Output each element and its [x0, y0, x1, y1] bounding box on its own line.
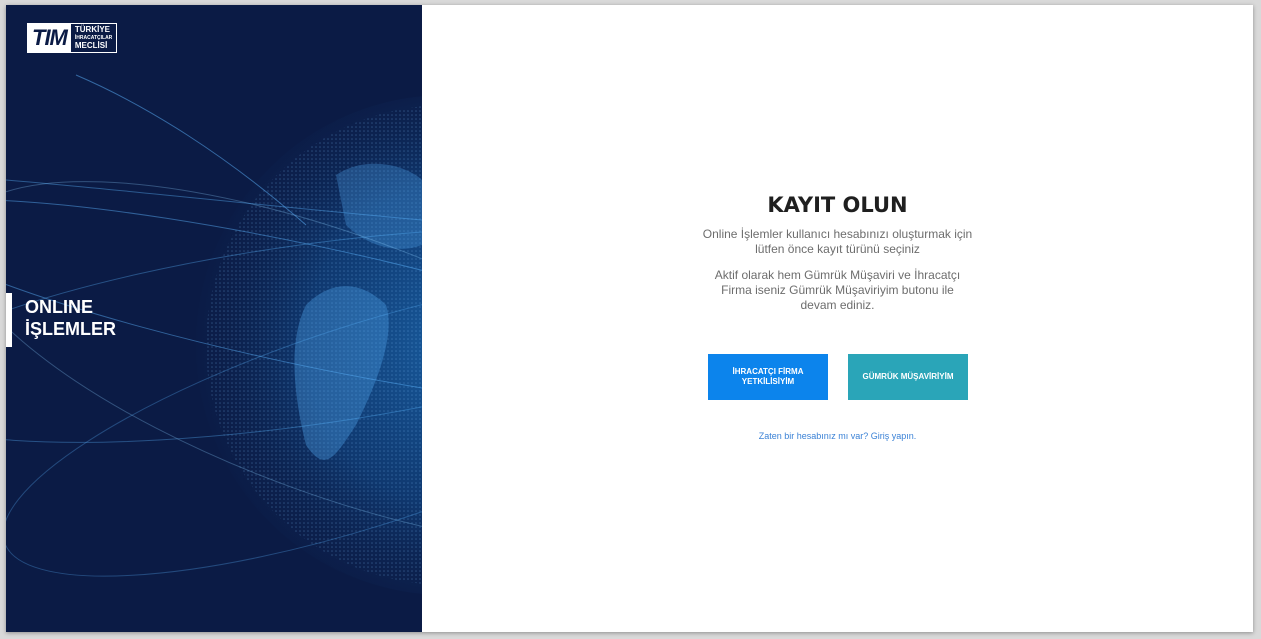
tim-logo: TIM TÜRKİYE İHRACATÇILAR MECLİSİ: [27, 23, 118, 53]
logo-mark: TIM: [28, 24, 71, 52]
customs-consultant-button[interactable]: GÜMRÜK MÜŞAVİRİYİM: [848, 354, 968, 400]
register-content: KAYIT OLUN Online İşlemler kullanıcı hes…: [422, 193, 1253, 313]
intro-text: Online İşlemler kullanıcı hesabınızı olu…: [702, 227, 973, 256]
register-type-buttons: İHRACATÇI FİRMA YETKİLİSİYİM GÜMRÜK MÜŞA…: [708, 354, 968, 400]
section-title: ONLINE İŞLEMLER: [25, 296, 116, 340]
note-text: Aktif olarak hem Gümrük Müşaviri ve İhra…: [714, 268, 961, 312]
logo-words: TÜRKİYE İHRACATÇILAR MECLİSİ: [71, 24, 116, 52]
page-title: KAYIT OLUN: [767, 193, 908, 217]
app-window: TIM TÜRKİYE İHRACATÇILAR MECLİSİ ONLINE …: [6, 5, 1253, 632]
register-panel: KAYIT OLUN Online İşlemler kullanıcı hes…: [422, 5, 1253, 632]
section-title-line-2: İŞLEMLER: [25, 319, 117, 339]
logo-line-1: TÜRKİYE: [74, 25, 111, 34]
section-title-line-1: ONLINE: [25, 297, 94, 317]
brand-panel: TIM TÜRKİYE İHRACATÇILAR MECLİSİ ONLINE …: [6, 5, 422, 632]
exporter-button[interactable]: İHRACATÇI FİRMA YETKİLİSİYİM: [708, 354, 828, 400]
login-link[interactable]: Zaten bir hesabınız mı var? Giriş yapın.: [422, 431, 1253, 441]
title-accent-bar: [6, 293, 12, 347]
logo-line-3: MECLİSİ: [74, 41, 108, 50]
